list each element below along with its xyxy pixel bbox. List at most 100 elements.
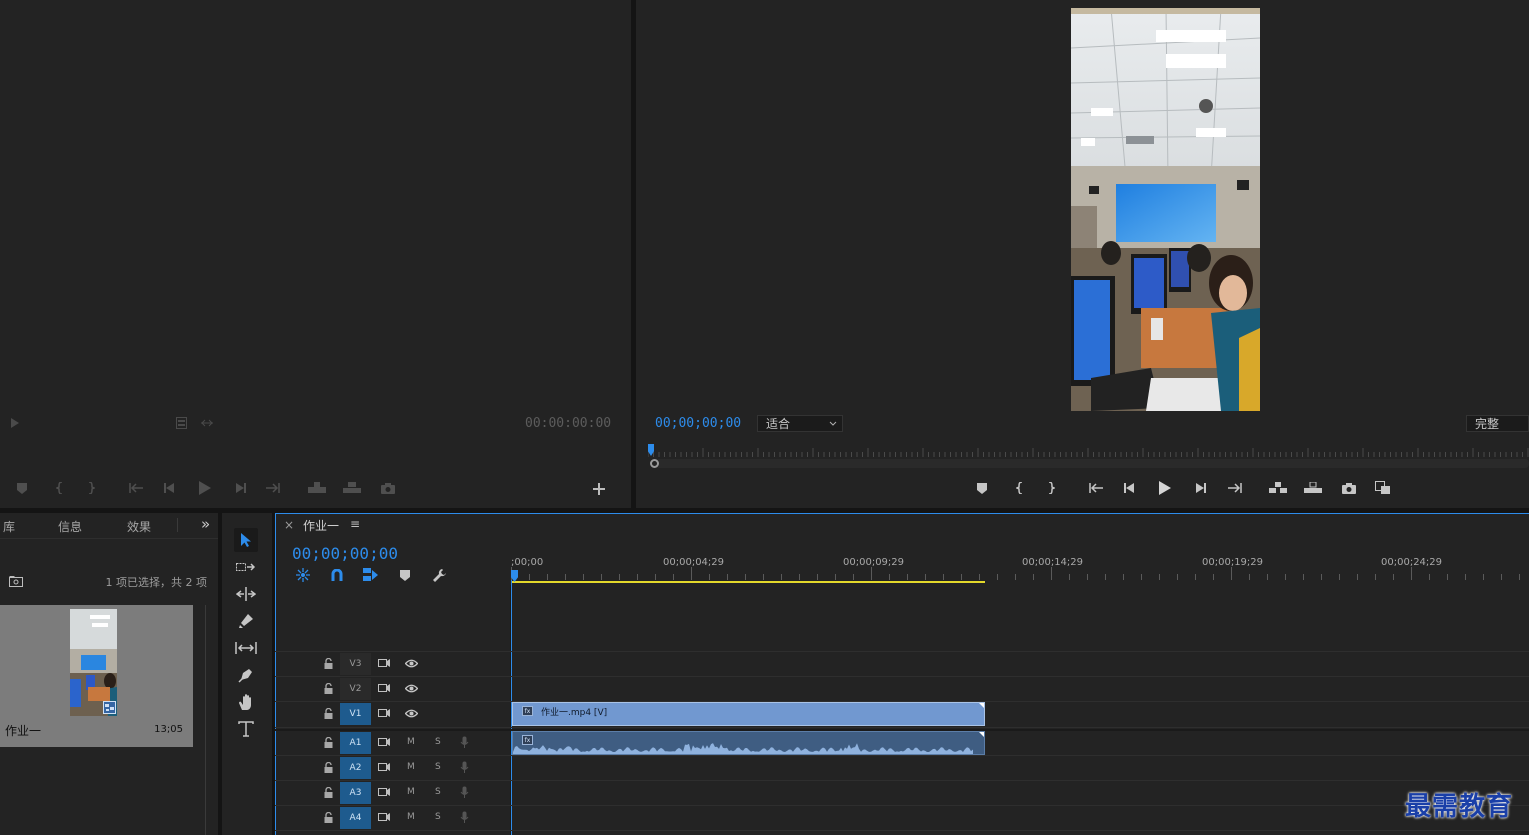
tab-info[interactable]: 信息 [58,518,82,535]
program-lift-button[interactable] [1267,480,1289,496]
source-insert-button[interactable] [306,480,328,496]
hand-tool-icon[interactable] [234,691,258,713]
track-target-v2[interactable]: V2 [340,678,371,700]
solo-button[interactable]: S [435,762,441,772]
solo-button[interactable]: S [435,737,441,747]
snap-magnet-icon[interactable] [329,567,345,583]
lock-icon[interactable] [324,658,333,669]
program-mark-out-icon[interactable] [1043,480,1059,496]
source-go-to-out-icon[interactable] [264,480,282,496]
lock-icon[interactable] [324,683,333,694]
sync-lock-icon[interactable] [378,683,391,693]
program-zoom-scrollbar[interactable] [654,459,1529,468]
timeline-close-icon[interactable]: × [284,518,294,532]
program-export-frame-icon[interactable] [1340,480,1358,496]
lock-icon[interactable] [324,787,333,798]
source-step-back-icon[interactable] [162,480,178,496]
sync-lock-icon[interactable] [378,658,391,668]
audio-clip[interactable]: fx [512,731,985,755]
lock-icon[interactable] [324,737,333,748]
program-comparison-view-icon[interactable] [1374,480,1392,496]
video-clip[interactable]: fx 作业一.mp4 [V] [512,702,985,726]
eye-icon[interactable] [405,659,418,668]
program-marker-icon[interactable] [974,480,990,496]
mute-button[interactable]: M [407,737,415,747]
track-target-v1[interactable]: V1 [340,703,371,725]
source-overwrite-button[interactable] [341,480,363,496]
timeline-panel-menu-icon[interactable]: ≡ [350,517,360,531]
mute-button[interactable]: M [407,762,415,772]
program-play-button[interactable] [1157,479,1173,497]
mute-button[interactable]: M [407,812,415,822]
sync-lock-icon[interactable] [378,762,391,772]
fit-dropdown[interactable]: 适合 [757,415,843,432]
microphone-icon[interactable] [460,786,469,799]
timeline-settings-wrench-icon[interactable] [430,567,448,583]
track-target-v3[interactable]: V3 [340,653,371,675]
track-target-a4[interactable]: A4 [340,807,371,829]
source-mark-in-icon[interactable] [52,480,68,496]
track-select-tool-icon[interactable] [234,556,258,578]
source-add-button-icon[interactable] [591,481,607,497]
eye-icon[interactable] [405,709,418,718]
add-marker-icon[interactable] [398,568,412,582]
work-area-bar[interactable] [511,581,985,583]
timeline-tab-title[interactable]: 作业一 [303,517,339,534]
source-play-button[interactable] [197,479,213,497]
program-step-back-icon[interactable] [1122,480,1138,496]
source-insert-icon[interactable] [199,416,215,430]
solo-button[interactable]: S [435,787,441,797]
lock-icon[interactable] [324,762,333,773]
source-go-to-in-icon[interactable] [127,480,145,496]
solo-button[interactable]: S [435,812,441,822]
program-zoom-handle[interactable] [650,459,659,468]
source-step-forward-icon[interactable] [232,480,248,496]
project-scrollbar[interactable] [205,605,206,835]
lock-icon[interactable] [324,812,333,823]
source-mark-out-icon[interactable] [83,480,99,496]
microphone-icon[interactable] [460,736,469,749]
project-item-card[interactable]: 作业一 13;05 [0,605,193,747]
mute-button[interactable]: M [407,787,415,797]
source-export-frame-icon[interactable] [379,480,397,496]
ripple-edit-tool-icon[interactable] [234,583,258,605]
selection-tool-icon[interactable] [234,528,258,552]
audio-waveform-shape [513,743,973,754]
clip-end-marker-icon [979,703,984,708]
tabs-overflow-icon[interactable]: » [201,515,210,533]
eye-icon[interactable] [405,684,418,693]
project-item-name[interactable]: 作业一 [5,722,41,739]
source-timecode[interactable]: 00:00:00:00 [525,416,611,431]
sync-lock-icon[interactable] [378,812,391,822]
track-target-a1[interactable]: A1 [340,732,371,754]
linked-selection-icon[interactable] [362,567,380,583]
nest-sequences-icon[interactable] [295,567,311,583]
sync-lock-icon[interactable] [378,708,391,718]
pen-tool-icon[interactable] [234,664,258,686]
track-target-a3[interactable]: A3 [340,782,371,804]
tab-library[interactable]: 库 [3,518,15,535]
program-time-ruler[interactable] [648,443,1529,459]
track-target-a2[interactable]: A2 [340,757,371,779]
program-extract-button[interactable] [1302,480,1324,496]
source-safe-margins-icon[interactable] [174,416,188,430]
program-step-forward-icon[interactable] [1192,480,1208,496]
find-bin-icon[interactable] [8,574,24,588]
source-play-icon[interactable] [8,416,22,430]
source-marker-icon[interactable] [14,480,30,496]
microphone-icon[interactable] [460,761,469,774]
type-tool-icon[interactable] [234,718,258,740]
razor-tool-icon[interactable] [234,610,258,632]
program-go-to-out-icon[interactable] [1226,480,1244,496]
program-mark-in-icon[interactable] [1012,480,1028,496]
slip-tool-icon[interactable] [234,637,258,659]
sync-lock-icon[interactable] [378,787,391,797]
program-timecode[interactable]: 00;00;00;00 [655,416,741,431]
sync-lock-icon[interactable] [378,737,391,747]
timeline-timecode[interactable]: 00;00;00;00 [292,544,398,563]
lock-icon[interactable] [324,708,333,719]
program-go-to-in-icon[interactable] [1087,480,1105,496]
tab-effects[interactable]: 效果 [127,518,151,535]
microphone-icon[interactable] [460,811,469,824]
quality-dropdown[interactable]: 完整 [1466,415,1529,432]
